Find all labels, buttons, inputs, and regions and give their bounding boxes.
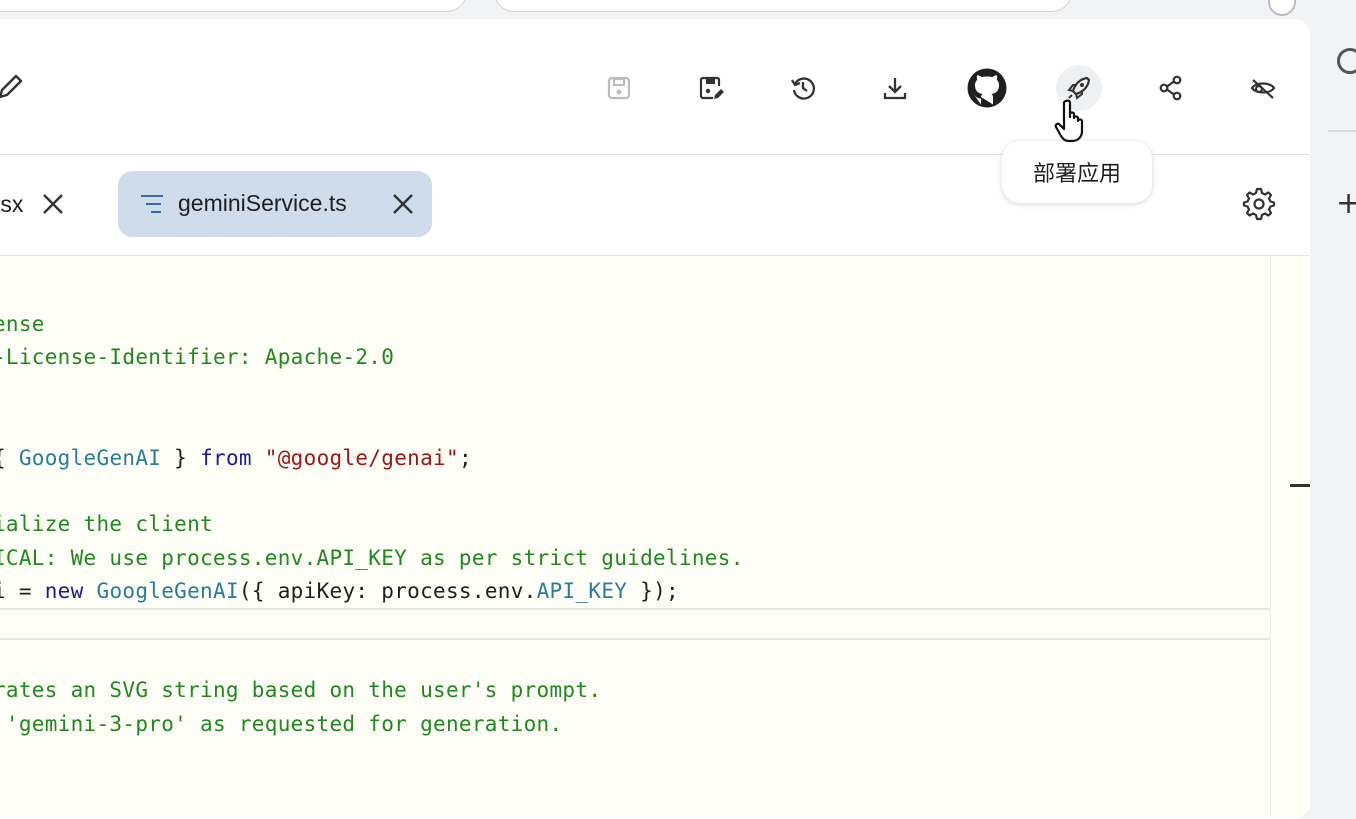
save-icon xyxy=(607,76,631,100)
section-divider xyxy=(0,608,1310,610)
github-button[interactable] xyxy=(964,65,1010,111)
close-icon[interactable] xyxy=(40,191,66,217)
save-as-button[interactable] xyxy=(688,65,734,111)
download-button[interactable] xyxy=(872,65,918,111)
add-icon[interactable]: + xyxy=(1336,186,1356,221)
save-button[interactable] xyxy=(596,65,642,111)
section-divider xyxy=(0,638,1310,640)
scrollbar-marker xyxy=(1290,484,1310,487)
code-line: ai = new GoogleGenAI({ apiKey: process.e… xyxy=(0,579,679,603)
code-token: "@google/genai" xyxy=(264,446,459,470)
code-token: ai = xyxy=(0,579,32,603)
file-lines-icon xyxy=(141,195,163,213)
share-button[interactable] xyxy=(1148,65,1194,111)
browser-tab-left[interactable] xyxy=(0,0,467,12)
download-icon xyxy=(883,78,907,100)
code-line: erates an SVG string based on the user's… xyxy=(0,678,602,702)
eye-off-icon xyxy=(1250,79,1276,99)
code-token: GoogleGenAI xyxy=(96,579,239,603)
panel-divider xyxy=(1328,130,1356,132)
code-line: tialize the client xyxy=(0,512,213,536)
deploy-tooltip: 部署应用 xyxy=(1002,141,1152,203)
editor-card: 部署应用 tsx geminiService.ts cense X-Licens… xyxy=(0,19,1310,819)
hand-cursor-icon xyxy=(1054,99,1084,143)
profile-icon[interactable] xyxy=(1268,0,1296,16)
save-edit-icon xyxy=(699,76,724,100)
code-editor[interactable]: cense X-License-Identifier: Apache-2.0 {… xyxy=(0,256,1310,816)
history-button[interactable] xyxy=(780,65,826,111)
code-line: cense xyxy=(0,312,45,336)
code-token: ; xyxy=(458,446,472,470)
code-token: { xyxy=(0,446,19,470)
toolbar xyxy=(0,19,1310,155)
close-icon[interactable] xyxy=(390,191,416,217)
tab-tsx[interactable]: tsx xyxy=(0,171,98,237)
tab-label: geminiService.ts xyxy=(178,190,347,216)
search-icon[interactable] xyxy=(1337,48,1356,74)
browser-tab-right[interactable] xyxy=(494,0,1072,12)
hide-button[interactable] xyxy=(1240,65,1286,111)
code-token: ({ xyxy=(238,579,278,603)
code-line: s 'gemini-3-pro' as requested for genera… xyxy=(0,712,563,736)
code-line: { GoogleGenAI } from "@google/genai"; xyxy=(0,446,472,470)
code-token: API_KEY xyxy=(536,579,628,603)
code-token: } xyxy=(161,446,201,470)
history-icon xyxy=(791,77,816,100)
code-token: new xyxy=(44,579,84,603)
pencil-icon[interactable] xyxy=(0,71,26,103)
code-line: X-License-Identifier: Apache-2.0 xyxy=(0,345,395,369)
github-icon xyxy=(967,68,1007,108)
code-token: }); xyxy=(627,579,679,603)
tab-gemini-service[interactable]: geminiService.ts xyxy=(118,171,432,237)
code-token: apiKey: process.env. xyxy=(277,579,537,603)
scrollbar[interactable] xyxy=(1270,256,1310,816)
share-icon xyxy=(1159,75,1182,101)
code-token: GoogleGenAI xyxy=(18,446,162,470)
code-token: from xyxy=(200,446,252,470)
code-line: TICAL: We use process.env.API_KEY as per… xyxy=(0,546,744,570)
tab-label: tsx xyxy=(0,190,24,217)
gear-icon[interactable] xyxy=(1242,187,1276,221)
